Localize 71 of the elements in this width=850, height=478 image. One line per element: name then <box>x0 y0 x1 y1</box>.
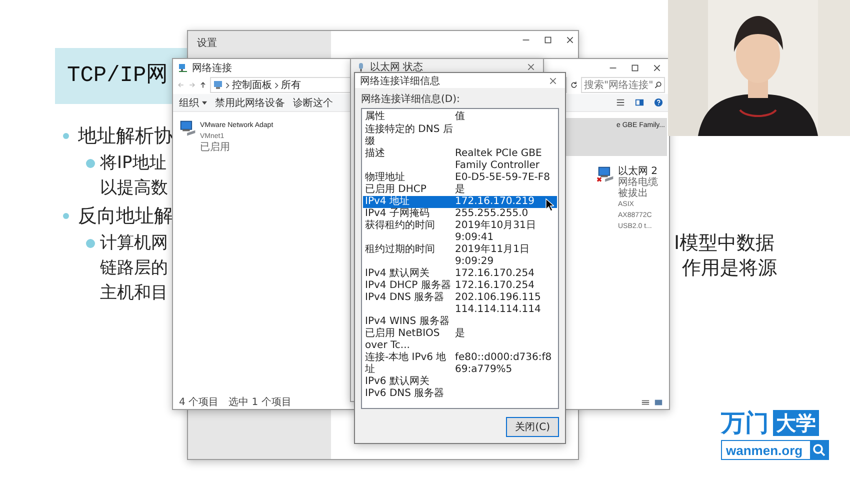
bullet-text: 反向地址解 <box>78 204 173 229</box>
breadcrumb-item[interactable]: 所有 <box>281 78 301 92</box>
list-label: 网络连接详细信息(D): <box>361 92 461 106</box>
value-cell-text: 是 <box>455 328 465 341</box>
window-title: 网络连接详细信息 <box>360 74 440 88</box>
toolbar-button[interactable]: 诊断这个 <box>293 96 333 110</box>
value-cell: 是 <box>455 184 465 196</box>
search-field[interactable]: 搜索"网络连接" <box>581 77 665 93</box>
details-row[interactable]: 连接-本地 IPv6 地址 fe80::d000:d736:f869:a779%5 <box>363 352 557 376</box>
details-row[interactable]: 已启用 NetBIOS over Tc... 是 <box>363 328 557 352</box>
details-row[interactable]: 114.114.114.114 <box>363 304 557 316</box>
value-cell-text: 2019年10月31日 9:09:41 <box>455 220 537 244</box>
bullet-text: 将IP地址 <box>100 152 168 175</box>
details-row[interactable]: IPv6 DNS 服务器 <box>363 388 557 400</box>
property-cell-text: 物理地址 <box>365 172 406 184</box>
logo-text: 万门 <box>721 410 769 436</box>
value-cell-text: 2019年11月1日 9:09:29 <box>455 244 531 268</box>
bullet-text: 主机和目 <box>100 282 168 305</box>
bullet-text: 链路层的 <box>100 257 168 280</box>
details-row[interactable]: IPv6 默认网关 <box>363 376 557 388</box>
property-cell-text: IPv4 默认网关 <box>365 268 430 280</box>
status-text: 选中 1 个项目 <box>228 396 292 409</box>
details-row[interactable]: 物理地址 E0-D5-5E-59-7E-F8 <box>363 172 557 184</box>
details-row[interactable]: IPv4 默认网关 172.16.170.254 <box>363 268 557 280</box>
window-title: 设置 <box>197 38 217 49</box>
value-cell: 172.16.170.219 <box>455 196 535 208</box>
property-cell-text: 已启用 DHCP <box>365 184 428 196</box>
logo-badge: 大学 <box>773 410 819 436</box>
property-cell-text: 获得租约的时间 <box>365 220 436 233</box>
breadcrumb-item[interactable]: 控制面板 <box>232 78 272 92</box>
bullet-text: 地址解析协 <box>78 124 173 149</box>
details-row[interactable]: 租约过期的时间 2019年11月1日 9:09:29 <box>363 244 557 268</box>
property-cell-text: 租约过期的时间 <box>365 244 436 257</box>
property-cell-text: 描述 <box>365 148 386 161</box>
bullet-text: 作用是将源 <box>681 256 777 281</box>
property-cell-text: IPv6 默认网关 <box>365 376 430 388</box>
column-header: 属性 <box>365 111 386 123</box>
value-cell: 255.255.255.0 <box>455 208 528 220</box>
property-cell-text: 已启用 NetBIOS over Tc... <box>365 328 441 352</box>
status-text: 4 个项目 <box>179 396 219 409</box>
column-header: 值 <box>455 111 466 123</box>
logo-url: wanmen.org <box>726 442 803 458</box>
value-cell: 172.16.170.254 <box>455 280 535 292</box>
bullet-text: 计算机网 <box>100 232 168 255</box>
property-cell-text: IPv4 WINS 服务器 <box>365 316 450 328</box>
property-cell-text: IPv4 子网掩码 <box>365 208 430 220</box>
value-cell-text: fe80::d000:d736:f869:a779%5 <box>455 352 553 376</box>
details-row[interactable]: IPv4 子网掩码 255.255.255.0 <box>363 208 557 220</box>
adapter-label: 已启用 <box>200 142 231 153</box>
value-cell: E0-D5-5E-59-7E-F8 <box>455 172 550 184</box>
property-cell-text: IPv4 DNS 服务器 <box>365 292 446 304</box>
property-cell-text: 连接-本地 IPv6 地址 <box>365 352 448 376</box>
property-cell-text: IPv4 地址 <box>365 196 410 208</box>
adapter-label: 网络电缆被拔出 <box>618 177 659 199</box>
window-title: 以太网 状态 <box>370 60 424 74</box>
details-row[interactable]: IPv4 DNS 服务器 202.106.196.115 <box>363 292 557 304</box>
bullet-text: 以提高数 <box>100 177 168 200</box>
adapter-label: 以太网 2 <box>618 166 659 177</box>
property-cell-text: 连接特定的 DNS 后缀 <box>365 124 454 148</box>
value-cell: 172.16.170.254 <box>455 268 535 280</box>
value-cell: 114.114.114.114 <box>455 304 541 316</box>
value-cell: 202.106.196.115 <box>455 292 541 304</box>
details-row[interactable]: IPv4 DHCP 服务器 172.16.170.254 <box>363 280 557 292</box>
details-row[interactable]: 已启用 DHCP 是 <box>363 184 557 196</box>
toolbar-button[interactable]: 禁用此网络设备 <box>215 96 285 110</box>
bullet-text: I模型中数据 <box>674 231 776 256</box>
details-row[interactable]: 获得租约的时间 2019年10月31日 9:09:41 <box>363 220 557 244</box>
close-button[interactable]: 关闭(C) <box>506 417 559 437</box>
property-cell-text: IPv6 DNS 服务器 <box>365 388 446 400</box>
property-cell-text: IPv4 DHCP 服务器 <box>365 280 452 292</box>
details-row[interactable]: IPv4 WINS 服务器 <box>363 316 557 328</box>
